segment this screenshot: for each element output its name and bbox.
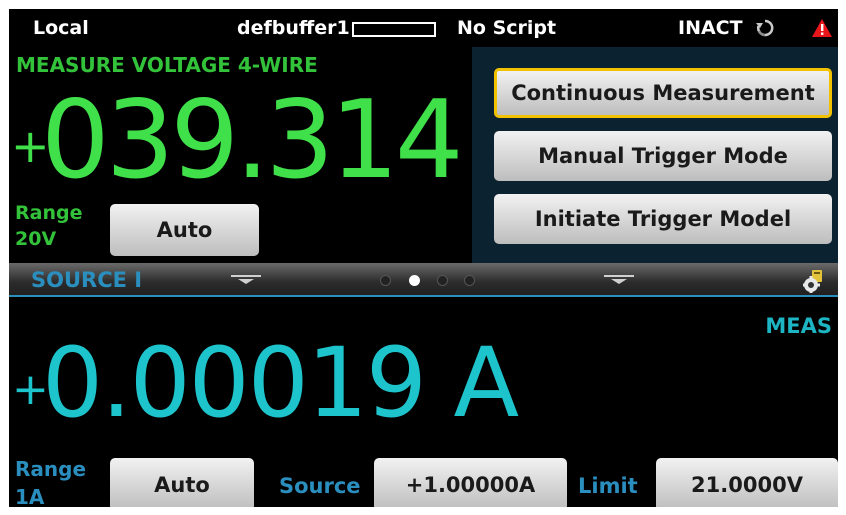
range-value-text: 20V: [15, 228, 57, 250]
source-range-value-text: 1A: [15, 485, 45, 507]
settings-gear-icon[interactable]: [803, 269, 825, 293]
refresh-icon[interactable]: [755, 18, 775, 38]
source-reading: 0.00019 A: [42, 327, 519, 439]
range-label-text: Range: [15, 202, 83, 224]
instrument-screen: Local defbuffer1 No Script INACT MEASURE…: [9, 9, 838, 507]
measure-function-title[interactable]: MEASURE VOLTAGE 4-WIRE: [16, 53, 318, 77]
trigger-mode-menu: Continuous Measurement Manual Trigger Mo…: [472, 47, 838, 275]
measure-range-label: Range 20V: [15, 200, 82, 252]
swipe-page-dot-3[interactable]: [437, 275, 448, 286]
meas-label: MEAS: [765, 314, 832, 338]
source-range-button[interactable]: Auto: [110, 458, 254, 507]
swipe-handle-icon[interactable]: [231, 275, 261, 284]
source-range-label-text: Range: [15, 457, 87, 481]
measure-range-button[interactable]: Auto: [110, 204, 259, 256]
source-range-label: Range 1A: [15, 455, 86, 507]
buffer-fill-bar[interactable]: [352, 22, 436, 37]
swipe-title: SOURCE I: [31, 268, 143, 292]
swipe-handle-icon[interactable]: [604, 275, 634, 284]
warning-icon[interactable]: [811, 18, 833, 38]
source-panel: MEAS + 0.00019 A Range 1A Auto Source +1…: [9, 297, 838, 507]
initiate-trigger-model-button[interactable]: Initiate Trigger Model: [494, 194, 832, 244]
local-mode-indicator[interactable]: Local: [33, 18, 89, 38]
source-level-button[interactable]: +1.00000A: [374, 458, 567, 507]
swipe-page-dot-4[interactable]: [464, 275, 475, 286]
manual-trigger-mode-button[interactable]: Manual Trigger Mode: [494, 131, 832, 181]
source-level-label: Source: [279, 474, 361, 498]
continuous-measurement-button[interactable]: Continuous Measurement: [494, 68, 832, 118]
swipe-bar[interactable]: SOURCE I: [9, 263, 838, 297]
buffer-name[interactable]: defbuffer1: [237, 18, 350, 38]
status-bar: Local defbuffer1 No Script INACT: [9, 9, 838, 47]
trigger-state-indicator[interactable]: INACT: [678, 18, 743, 38]
limit-label: Limit: [578, 474, 638, 498]
limit-button[interactable]: 21.0000V: [656, 458, 838, 507]
swipe-page-dot-1[interactable]: [380, 275, 391, 286]
script-indicator[interactable]: No Script: [457, 18, 556, 38]
swipe-page-dot-2[interactable]: [409, 275, 420, 286]
measure-reading: 039.314: [41, 78, 464, 203]
